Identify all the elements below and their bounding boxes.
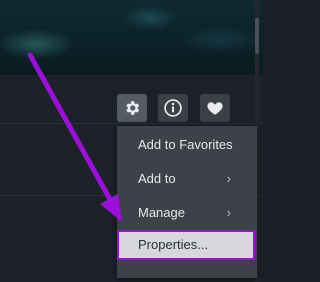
menu-item-label: Properties... <box>138 237 209 252</box>
scrollbar-thumb[interactable] <box>255 18 259 54</box>
context-menu: Add to Favorites Add to › Manage › Prope… <box>117 126 257 278</box>
favorite-button[interactable] <box>200 94 230 122</box>
menu-item-add-to[interactable]: Add to › <box>117 164 257 194</box>
chevron-right-icon: › <box>226 205 231 220</box>
menu-item-manage[interactable]: Manage › <box>117 198 257 228</box>
info-icon <box>163 98 183 118</box>
menu-item-label: Add to Favorites <box>138 137 233 152</box>
settings-button[interactable] <box>117 94 147 122</box>
info-button[interactable] <box>158 94 188 122</box>
chevron-right-icon: › <box>226 171 231 186</box>
game-hero-artwork <box>0 0 263 75</box>
heart-icon <box>206 99 224 117</box>
menu-item-label: Manage <box>138 205 185 220</box>
panel-divider <box>0 123 263 124</box>
menu-item-properties[interactable]: Properties... <box>117 230 255 260</box>
gear-icon <box>123 99 141 117</box>
menu-item-add-to-favorites[interactable]: Add to Favorites <box>117 130 257 160</box>
menu-item-label: Add to <box>138 171 176 186</box>
